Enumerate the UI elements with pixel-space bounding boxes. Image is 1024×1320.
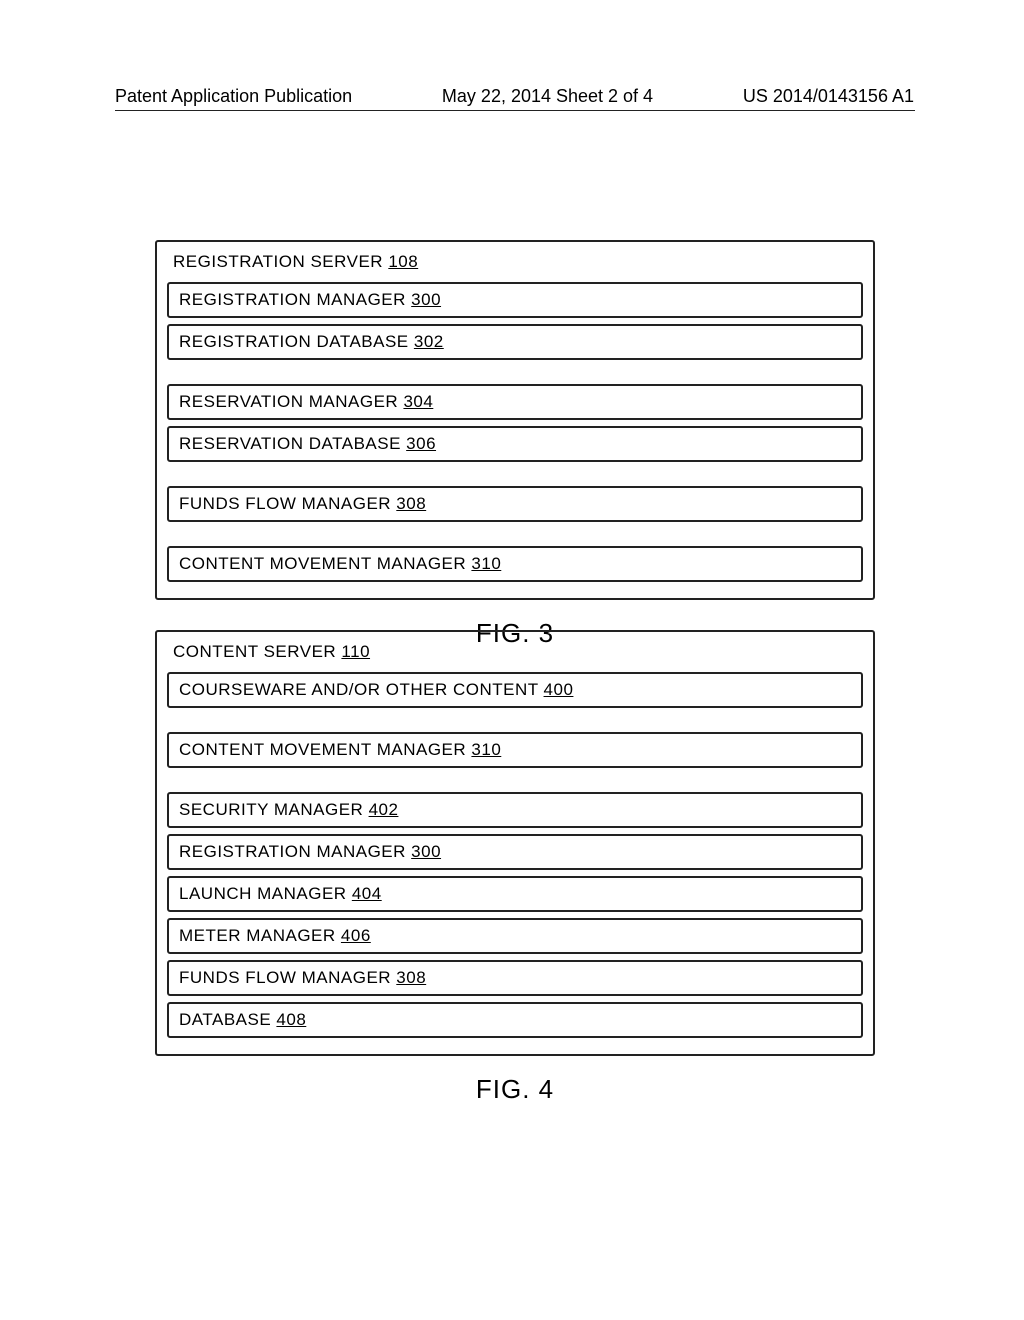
fig4-row: CONTENT MOVEMENT MANAGER 310 <box>167 732 863 768</box>
fig4-row-label: SECURITY MANAGER <box>179 800 363 819</box>
fig3-row-label: REGISTRATION MANAGER <box>179 290 406 309</box>
fig3-gap <box>163 468 867 482</box>
fig3-row: REGISTRATION MANAGER 300 <box>167 282 863 318</box>
fig4-title-label: CONTENT SERVER <box>173 642 336 661</box>
fig4-row-ref: 308 <box>396 968 426 987</box>
fig3-row: FUNDS FLOW MANAGER 308 <box>167 486 863 522</box>
fig3-gap <box>163 366 867 380</box>
page-header: Patent Application Publication May 22, 2… <box>0 86 1024 107</box>
header-right: US 2014/0143156 A1 <box>743 86 914 107</box>
fig4-row: FUNDS FLOW MANAGER 308 <box>167 960 863 996</box>
fig4-row-ref: 402 <box>369 800 399 819</box>
fig3-row: REGISTRATION DATABASE 302 <box>167 324 863 360</box>
fig4-title-ref: 110 <box>341 642 370 661</box>
header-center: May 22, 2014 Sheet 2 of 4 <box>442 86 653 107</box>
fig3-row-label: REGISTRATION DATABASE <box>179 332 409 351</box>
fig4-row-label: COURSEWARE AND/OR OTHER CONTENT <box>179 680 538 699</box>
fig3-row-label: CONTENT MOVEMENT MANAGER <box>179 554 466 573</box>
fig4-title: CONTENT SERVER 110 <box>163 638 867 668</box>
fig4-row-label: FUNDS FLOW MANAGER <box>179 968 391 987</box>
fig4-row-ref: 310 <box>471 740 501 759</box>
fig4-row-label: CONTENT MOVEMENT MANAGER <box>179 740 466 759</box>
fig4-row-label: REGISTRATION MANAGER <box>179 842 406 861</box>
fig3-row-label: RESERVATION MANAGER <box>179 392 398 411</box>
fig4-row-ref: 408 <box>276 1010 306 1029</box>
fig3-row-ref: 306 <box>406 434 436 453</box>
fig3-outer-box: REGISTRATION SERVER 108 REGISTRATION MAN… <box>155 240 875 600</box>
fig4-row-label: DATABASE <box>179 1010 271 1029</box>
fig4-row: DATABASE 408 <box>167 1002 863 1038</box>
fig4-rows: COURSEWARE AND/OR OTHER CONTENT 400 CONTE… <box>163 672 867 1038</box>
fig4-row: LAUNCH MANAGER 404 <box>167 876 863 912</box>
fig3-row-ref: 304 <box>403 392 433 411</box>
header-rule <box>115 110 915 111</box>
fig4-gap <box>163 714 867 728</box>
fig4-row: SECURITY MANAGER 402 <box>167 792 863 828</box>
fig4-row-ref: 300 <box>411 842 441 861</box>
fig3-row: CONTENT MOVEMENT MANAGER 310 <box>167 546 863 582</box>
fig4-row-label: LAUNCH MANAGER <box>179 884 347 903</box>
fig4-row-ref: 404 <box>352 884 382 903</box>
fig4-caption: FIG. 4 <box>155 1074 875 1105</box>
fig4-outer-box: CONTENT SERVER 110 COURSEWARE AND/OR OTH… <box>155 630 875 1056</box>
fig3-title-label: REGISTRATION SERVER <box>173 252 383 271</box>
fig3-row-ref: 310 <box>471 554 501 573</box>
fig3-row-label: RESERVATION DATABASE <box>179 434 401 453</box>
figure-4: CONTENT SERVER 110 COURSEWARE AND/OR OTH… <box>155 630 875 1105</box>
patent-page: Patent Application Publication May 22, 2… <box>0 0 1024 1320</box>
fig4-row: REGISTRATION MANAGER 300 <box>167 834 863 870</box>
fig3-rows: REGISTRATION MANAGER 300 REGISTRATION DAT… <box>163 282 867 582</box>
figure-3: REGISTRATION SERVER 108 REGISTRATION MAN… <box>155 240 875 649</box>
fig3-row-label: FUNDS FLOW MANAGER <box>179 494 391 513</box>
fig4-row: COURSEWARE AND/OR OTHER CONTENT 400 <box>167 672 863 708</box>
fig3-row: RESERVATION DATABASE 306 <box>167 426 863 462</box>
fig4-row: METER MANAGER 406 <box>167 918 863 954</box>
fig3-gap <box>163 528 867 542</box>
fig3-title-ref: 108 <box>388 252 418 271</box>
fig3-row-ref: 300 <box>411 290 441 309</box>
fig3-row-ref: 302 <box>414 332 444 351</box>
fig4-row-label: METER MANAGER <box>179 926 336 945</box>
header-left: Patent Application Publication <box>115 86 352 107</box>
fig4-row-ref: 406 <box>341 926 371 945</box>
fig4-gap <box>163 774 867 788</box>
fig3-title: REGISTRATION SERVER 108 <box>163 248 867 278</box>
fig3-row: RESERVATION MANAGER 304 <box>167 384 863 420</box>
fig3-row-ref: 308 <box>396 494 426 513</box>
fig4-row-ref: 400 <box>544 680 574 699</box>
